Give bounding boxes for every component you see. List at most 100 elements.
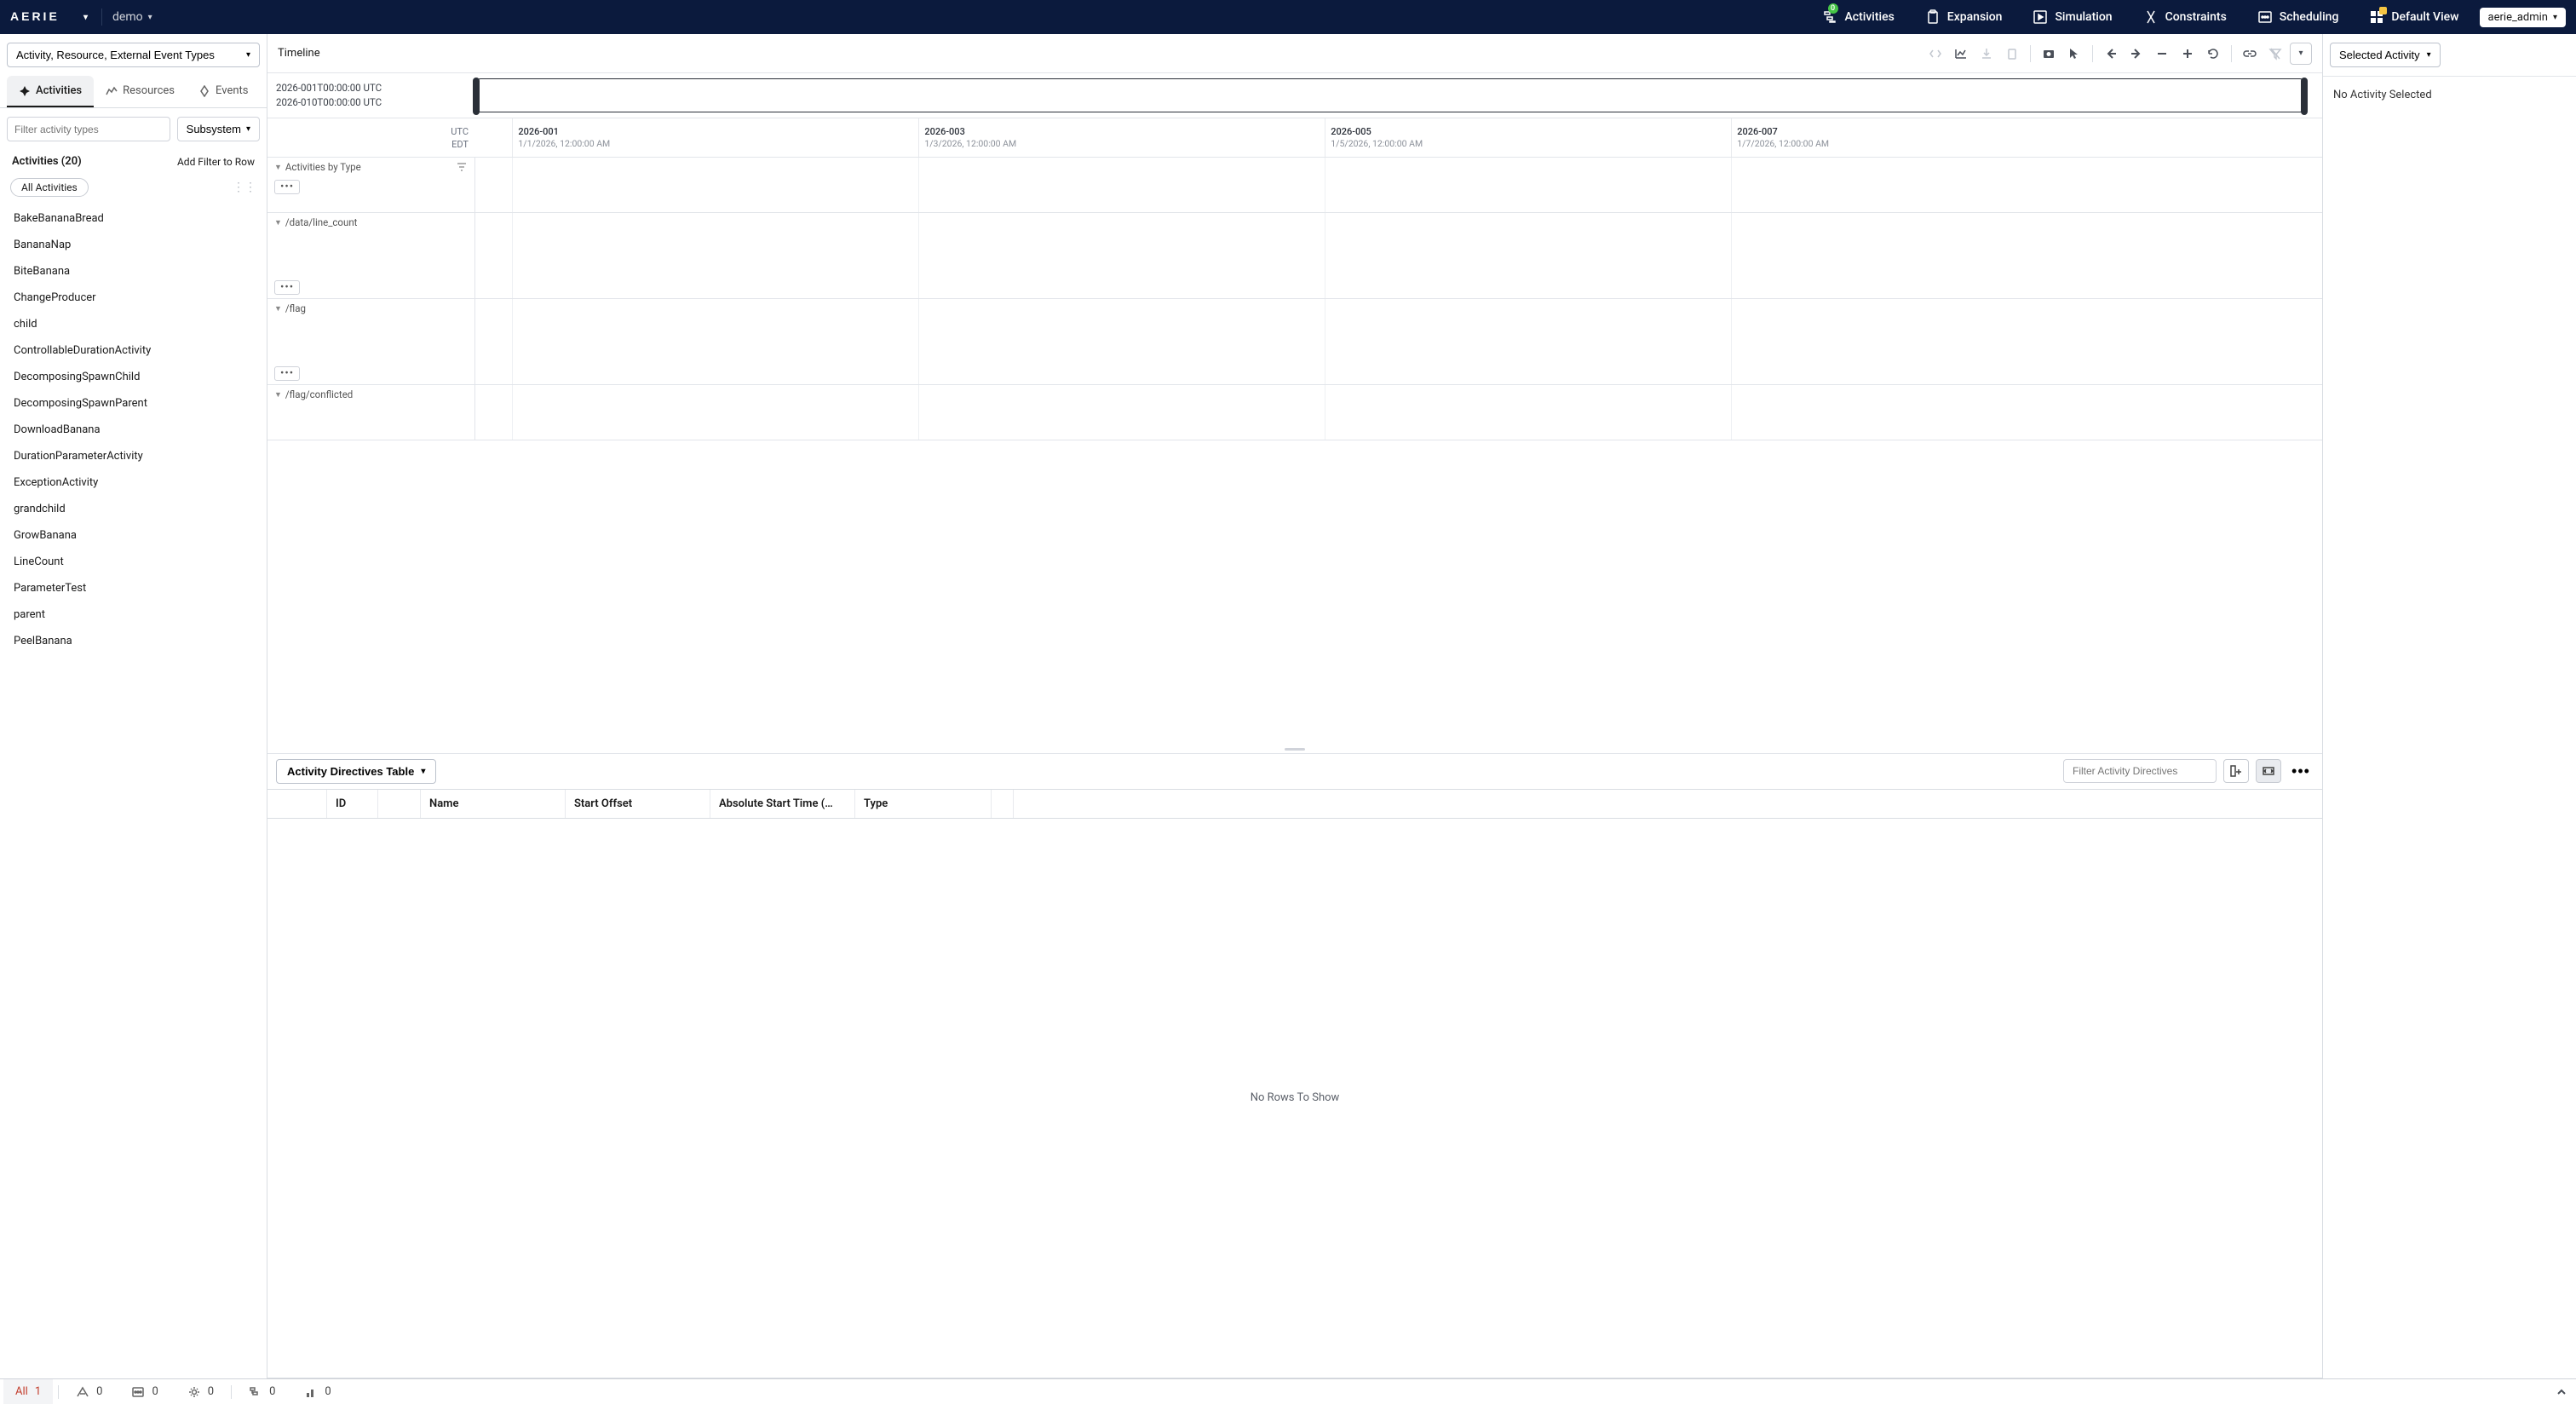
activity-type-item[interactable]: DecomposingSpawnParent (0, 390, 267, 417)
download-icon[interactable] (1975, 43, 1998, 65)
table-header-row: ID NameStart OffsetAbsolute Start Time (…… (267, 790, 2322, 819)
activity-type-item[interactable]: BananaNap (0, 232, 267, 258)
plan-dropdown[interactable]: demo ▾ (112, 10, 152, 24)
layout-icon (2369, 9, 2384, 25)
filter-off-icon[interactable] (2264, 43, 2286, 65)
timeline-row-body[interactable] (475, 158, 2322, 212)
row-options-button[interactable]: ••• (274, 366, 300, 381)
table-filter-input[interactable] (2063, 759, 2217, 783)
tick-date: 1/3/2026, 12:00:00 AM (924, 138, 1016, 149)
table-column-header[interactable] (992, 790, 1014, 818)
table-column-header[interactable]: ID (327, 790, 378, 818)
status-expansion[interactable]: 0 (237, 1379, 287, 1404)
caret-icon[interactable]: ▼ (274, 390, 282, 400)
caret-icon[interactable]: ▼ (274, 304, 282, 314)
status-expand-icon[interactable] (2556, 1386, 2567, 1398)
nav-scheduling[interactable]: Scheduling (2247, 0, 2349, 34)
filter-icon[interactable] (456, 161, 468, 173)
chart-icon[interactable] (1950, 43, 1972, 65)
table-column-header[interactable] (378, 790, 421, 818)
nav-constraints[interactable]: Constraints (2133, 0, 2237, 34)
column-add-icon[interactable] (2223, 759, 2249, 783)
status-constraints[interactable]: 0 (292, 1379, 342, 1404)
table-column-header[interactable]: Absolute Start Time (… (710, 790, 855, 818)
status-all[interactable]: All 1 (3, 1379, 53, 1404)
subsystem-dropdown[interactable]: Subsystem ▾ (177, 117, 260, 141)
nav-default-view[interactable]: Default View (2359, 0, 2469, 34)
activity-type-item[interactable]: ControllableDurationActivity (0, 337, 267, 364)
row-options-button[interactable]: ••• (274, 180, 300, 194)
clipboard-icon[interactable] (2001, 43, 2023, 65)
resize-handle[interactable] (267, 746, 2322, 753)
reset-icon[interactable] (2202, 43, 2224, 65)
svg-text:AERIE: AERIE (10, 11, 60, 23)
chevron-down-icon: ▾ (83, 13, 91, 22)
nav-simulation[interactable]: Simulation (2022, 0, 2122, 34)
arrow-left-icon[interactable] (2100, 43, 2122, 65)
more-icon[interactable]: ••• (2288, 759, 2314, 783)
slider-handle-right[interactable] (2301, 78, 2308, 115)
tab-activities[interactable]: Activities (7, 76, 94, 107)
timeline-rows: ▼Activities by Type•••▼/data/line_count•… (267, 158, 2322, 746)
chevron-down-dropdown[interactable]: ▾ (2290, 43, 2312, 65)
activity-type-item[interactable]: child (0, 311, 267, 337)
status-scheduling[interactable]: 0 (119, 1379, 170, 1404)
activity-type-item[interactable]: DurationParameterActivity (0, 443, 267, 469)
status-simulation[interactable]: 0 (175, 1379, 226, 1404)
activity-type-item[interactable]: ExceptionActivity (0, 469, 267, 496)
cursor-icon[interactable] (2063, 43, 2085, 65)
activity-type-item[interactable]: parent (0, 601, 267, 628)
caret-icon[interactable]: ▼ (274, 163, 282, 172)
activity-type-item[interactable]: ParameterTest (0, 575, 267, 601)
activity-type-item[interactable]: PeelBanana (0, 628, 267, 654)
status-anchor[interactable]: 0 (64, 1379, 114, 1404)
table-column-header[interactable]: Type (855, 790, 992, 818)
logo[interactable]: AERIE ▾ (10, 11, 91, 23)
code-icon[interactable] (1924, 43, 1946, 65)
drag-handle-icon[interactable]: ⋮⋮ (233, 181, 256, 194)
row-name: /data/line_count (285, 216, 358, 228)
left-panel-selector[interactable]: Activity, Resource, External Event Types… (7, 43, 260, 67)
fit-columns-icon[interactable] (2256, 759, 2281, 783)
nav-activities[interactable]: 0 Activities (1813, 0, 1905, 34)
minus-icon[interactable] (2151, 43, 2173, 65)
plus-icon[interactable] (2176, 43, 2199, 65)
gear-icon (187, 1385, 201, 1399)
nav-expansion[interactable]: Expansion (1915, 0, 2013, 34)
activity-type-item[interactable]: ChangeProducer (0, 285, 267, 311)
caret-icon[interactable]: ▼ (274, 218, 282, 227)
time-ruler: UTC EDT 2026-0011/1/2026, 12:00:00 AM202… (267, 118, 2322, 158)
timeline-row-body[interactable] (475, 299, 2322, 384)
plan-name-label: demo (112, 10, 143, 24)
start-time-label: 2026-001T00:00:00 UTC (276, 81, 467, 95)
camera-icon[interactable] (2038, 43, 2060, 65)
user-menu[interactable]: aerie_admin ▾ (2480, 8, 2566, 27)
activity-type-item[interactable]: DownloadBanana (0, 417, 267, 443)
table-column-header[interactable]: Name (421, 790, 566, 818)
link-icon[interactable] (2239, 43, 2261, 65)
tz-label-edt: EDT (451, 139, 469, 150)
activity-type-item[interactable]: grandchild (0, 496, 267, 522)
table-column-header[interactable]: Start Offset (566, 790, 710, 818)
arrow-right-icon[interactable] (2125, 43, 2148, 65)
activity-type-item[interactable]: BakeBananaBread (0, 205, 267, 232)
activity-type-item[interactable]: GrowBanana (0, 522, 267, 549)
activity-type-item[interactable]: BiteBanana (0, 258, 267, 285)
activity-filter-input[interactable] (7, 117, 170, 141)
time-range-slider[interactable] (475, 78, 2305, 112)
constraints-icon (2143, 9, 2159, 25)
right-panel-selector[interactable]: Selected Activity ▾ (2330, 43, 2441, 67)
table-selector-dropdown[interactable]: Activity Directives Table ▾ (276, 759, 436, 784)
activity-type-item[interactable]: DecomposingSpawnChild (0, 364, 267, 390)
slider-handle-left[interactable] (473, 78, 480, 115)
timeline-row-body[interactable] (475, 385, 2322, 440)
all-activities-chip[interactable]: All Activities (10, 178, 89, 197)
chevron-down-icon: ▾ (246, 50, 250, 60)
add-filter-link[interactable]: Add Filter to Row (177, 156, 255, 168)
table-column-header[interactable] (267, 790, 327, 818)
activity-type-item[interactable]: LineCount (0, 549, 267, 575)
tab-resources[interactable]: Resources (94, 76, 187, 107)
tab-events[interactable]: Events (187, 76, 260, 107)
row-options-button[interactable]: ••• (274, 280, 300, 295)
timeline-row-body[interactable] (475, 213, 2322, 298)
